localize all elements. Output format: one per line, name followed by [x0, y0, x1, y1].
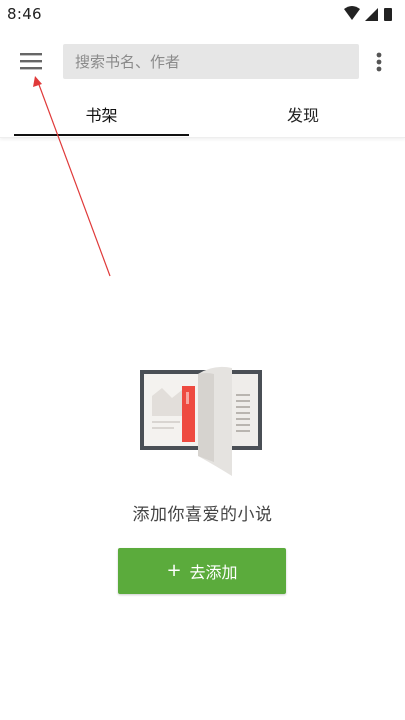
tab-discover[interactable]: 发现 [214, 96, 392, 138]
search-box[interactable] [63, 44, 359, 79]
status-bar: 8:46 [0, 0, 405, 30]
open-book-icon [140, 366, 262, 476]
signal-icon [365, 8, 378, 21]
battery-icon [384, 8, 392, 21]
toolbar [0, 38, 405, 88]
plus-icon: + [166, 560, 182, 581]
hamburger-menu-icon[interactable] [14, 46, 50, 76]
tab-bookshelf[interactable]: 书架 [14, 96, 189, 138]
search-input[interactable] [75, 44, 353, 79]
add-button-label: 去添加 [189, 563, 238, 582]
status-time: 8:46 [7, 5, 42, 23]
add-novel-button[interactable]: + 去添加 [118, 548, 286, 594]
more-vertical-icon[interactable] [368, 48, 390, 76]
wifi-icon [344, 6, 360, 20]
status-icons [344, 6, 392, 21]
empty-message: 添加你喜爱的小说 [132, 505, 273, 525]
tab-bar: 书架 发现 [0, 96, 405, 138]
tab-indicator [14, 134, 189, 136]
